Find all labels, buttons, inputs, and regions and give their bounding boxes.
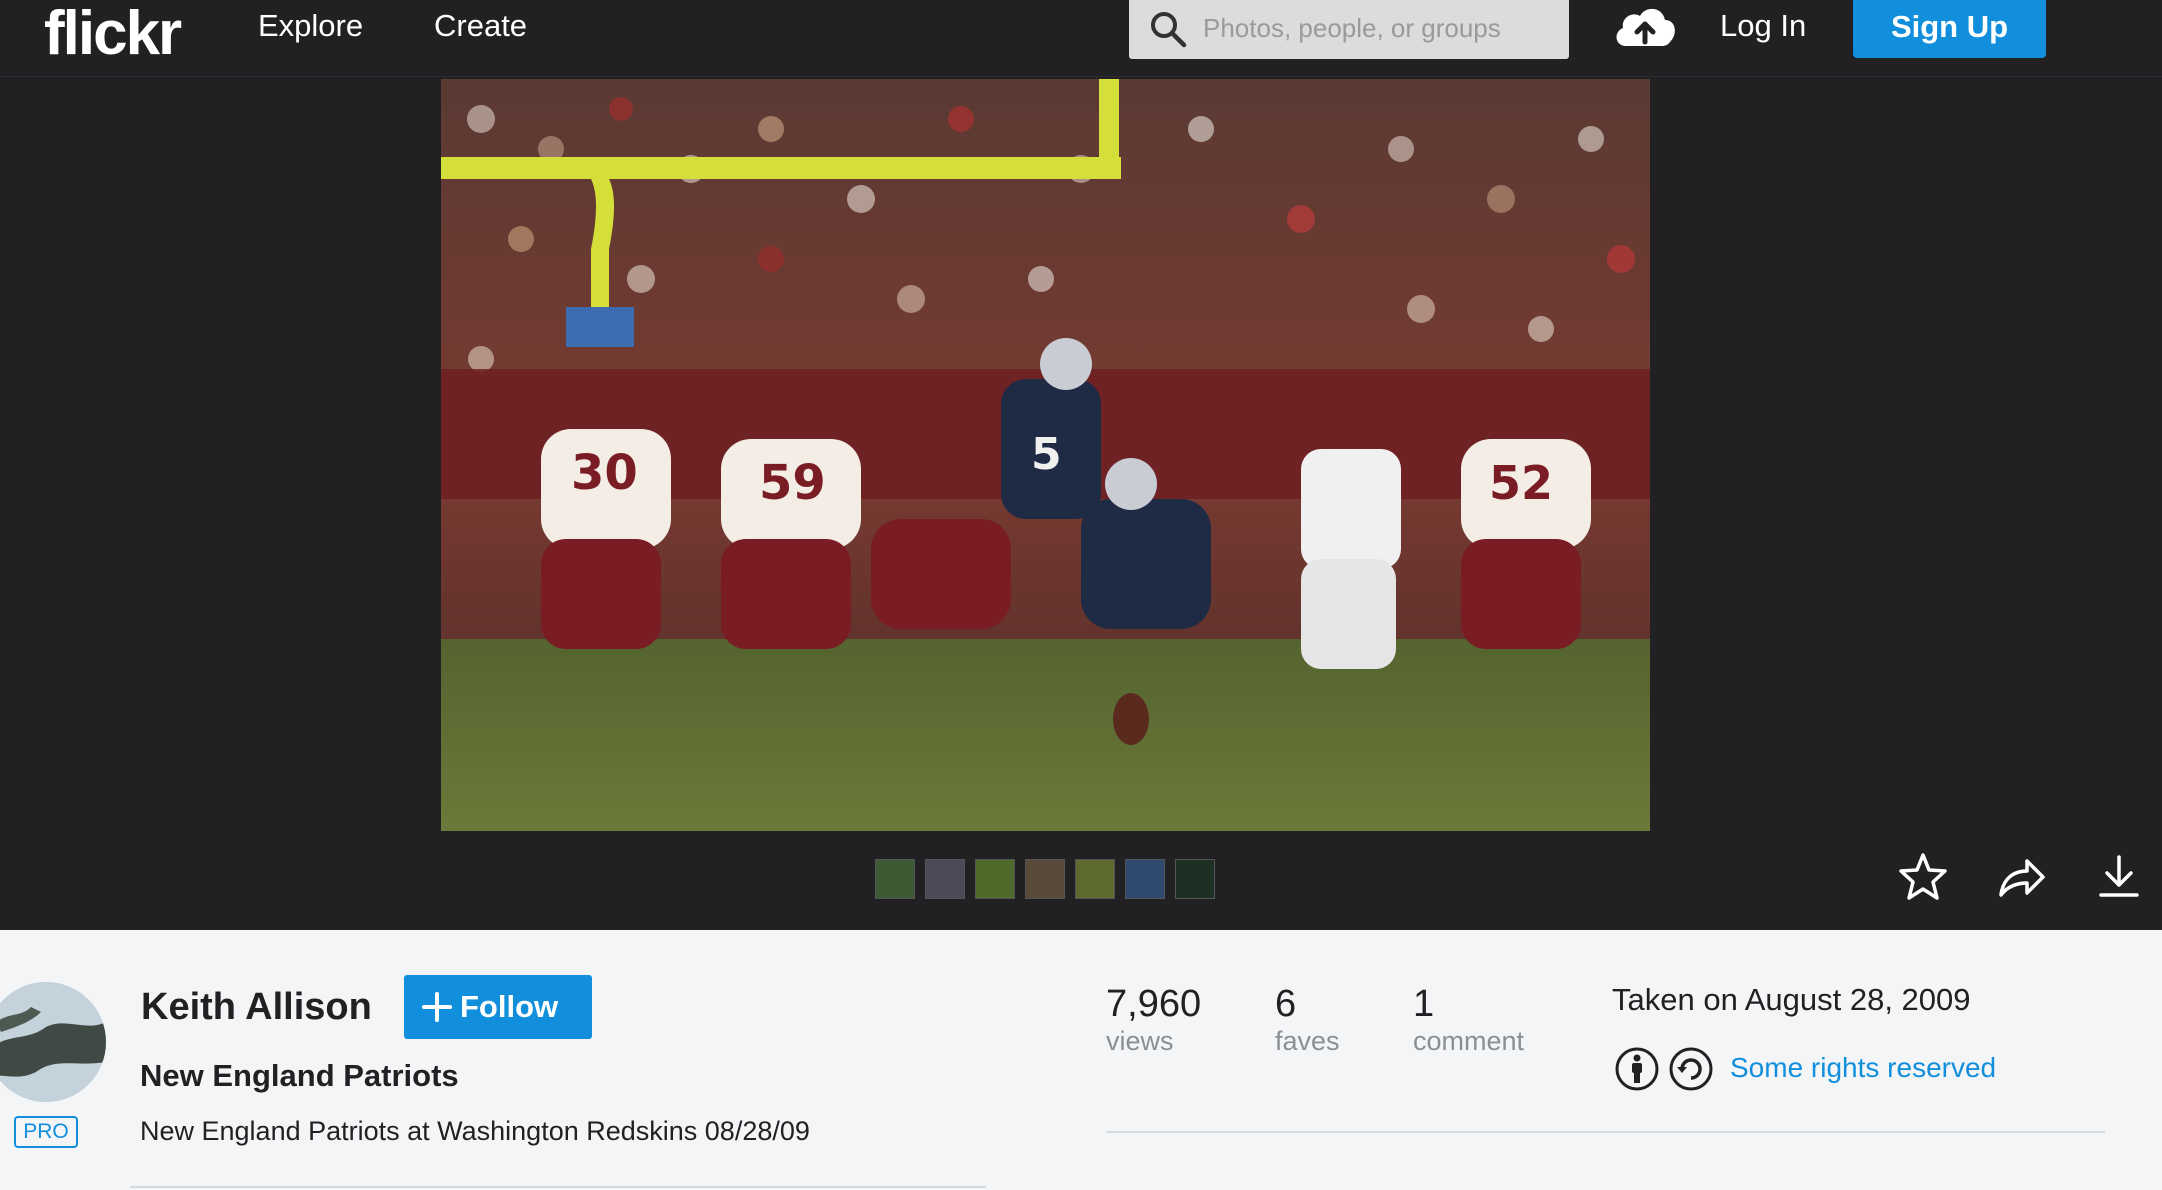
taken-date[interactable]: Taken on August 28, 2009 <box>1612 982 1971 1018</box>
thumbnail[interactable] <box>1075 859 1115 899</box>
search-box <box>1129 0 1569 59</box>
signup-button[interactable]: Sign Up <box>1853 0 2046 58</box>
license-link[interactable]: Some rights reserved <box>1730 1052 1996 1084</box>
follow-label: Follow <box>460 989 559 1024</box>
svg-text:59: 59 <box>759 455 826 511</box>
search-icon[interactable] <box>1149 10 1187 48</box>
main-photo[interactable]: 30 59 5 52 <box>441 79 1650 831</box>
avatar[interactable] <box>0 982 106 1102</box>
upload-cloud-icon[interactable] <box>1612 2 1678 50</box>
svg-text:30: 30 <box>571 445 638 501</box>
follow-button[interactable]: Follow <box>404 975 592 1039</box>
photo-info-panel: PRO Keith Allison Follow New England Pat… <box>0 930 2162 1190</box>
owner-name-link[interactable]: Keith Allison <box>141 986 372 1029</box>
top-navbar: flickr Explore Create Log In Sign Up <box>0 0 2162 77</box>
nav-create-link[interactable]: Create <box>434 8 527 44</box>
thumbnail[interactable] <box>1125 859 1165 899</box>
svg-text:5: 5 <box>1031 429 1062 480</box>
faves-count: 6 <box>1275 983 1297 1025</box>
share-icon[interactable] <box>1995 851 2047 903</box>
star-icon[interactable] <box>1897 851 1949 903</box>
comments-label: comment <box>1413 1026 1525 1056</box>
flickr-logo[interactable]: flickr <box>44 0 182 69</box>
comments-count: 1 <box>1413 983 1435 1025</box>
thumbnail[interactable] <box>875 859 915 899</box>
thumbnail[interactable] <box>925 859 965 899</box>
login-link[interactable]: Log In <box>1720 8 1806 44</box>
search-input[interactable] <box>1203 6 1555 50</box>
download-icon[interactable] <box>2093 851 2145 903</box>
faves-label: faves <box>1275 1026 1340 1056</box>
plus-icon <box>422 992 452 1022</box>
thumbnail[interactable] <box>1175 859 1215 899</box>
thumbnail[interactable] <box>975 859 1015 899</box>
photo-description: New England Patriots at Washington Redsk… <box>140 1116 810 1146</box>
share-alike-icon[interactable] <box>1668 1046 1714 1092</box>
pro-badge: PRO <box>14 1116 78 1148</box>
nav-explore-link[interactable]: Explore <box>258 8 363 44</box>
photo-stage: 30 59 5 52 <box>0 77 2162 930</box>
svg-text:52: 52 <box>1489 456 1553 510</box>
divider <box>1106 1131 2105 1133</box>
views-label: views <box>1106 1026 1174 1056</box>
thumbnail[interactable] <box>1025 859 1065 899</box>
views-count: 7,960 <box>1106 983 1202 1025</box>
divider <box>130 1186 986 1188</box>
photo-title: New England Patriots <box>140 1058 459 1093</box>
attribution-icon[interactable] <box>1614 1046 1660 1092</box>
